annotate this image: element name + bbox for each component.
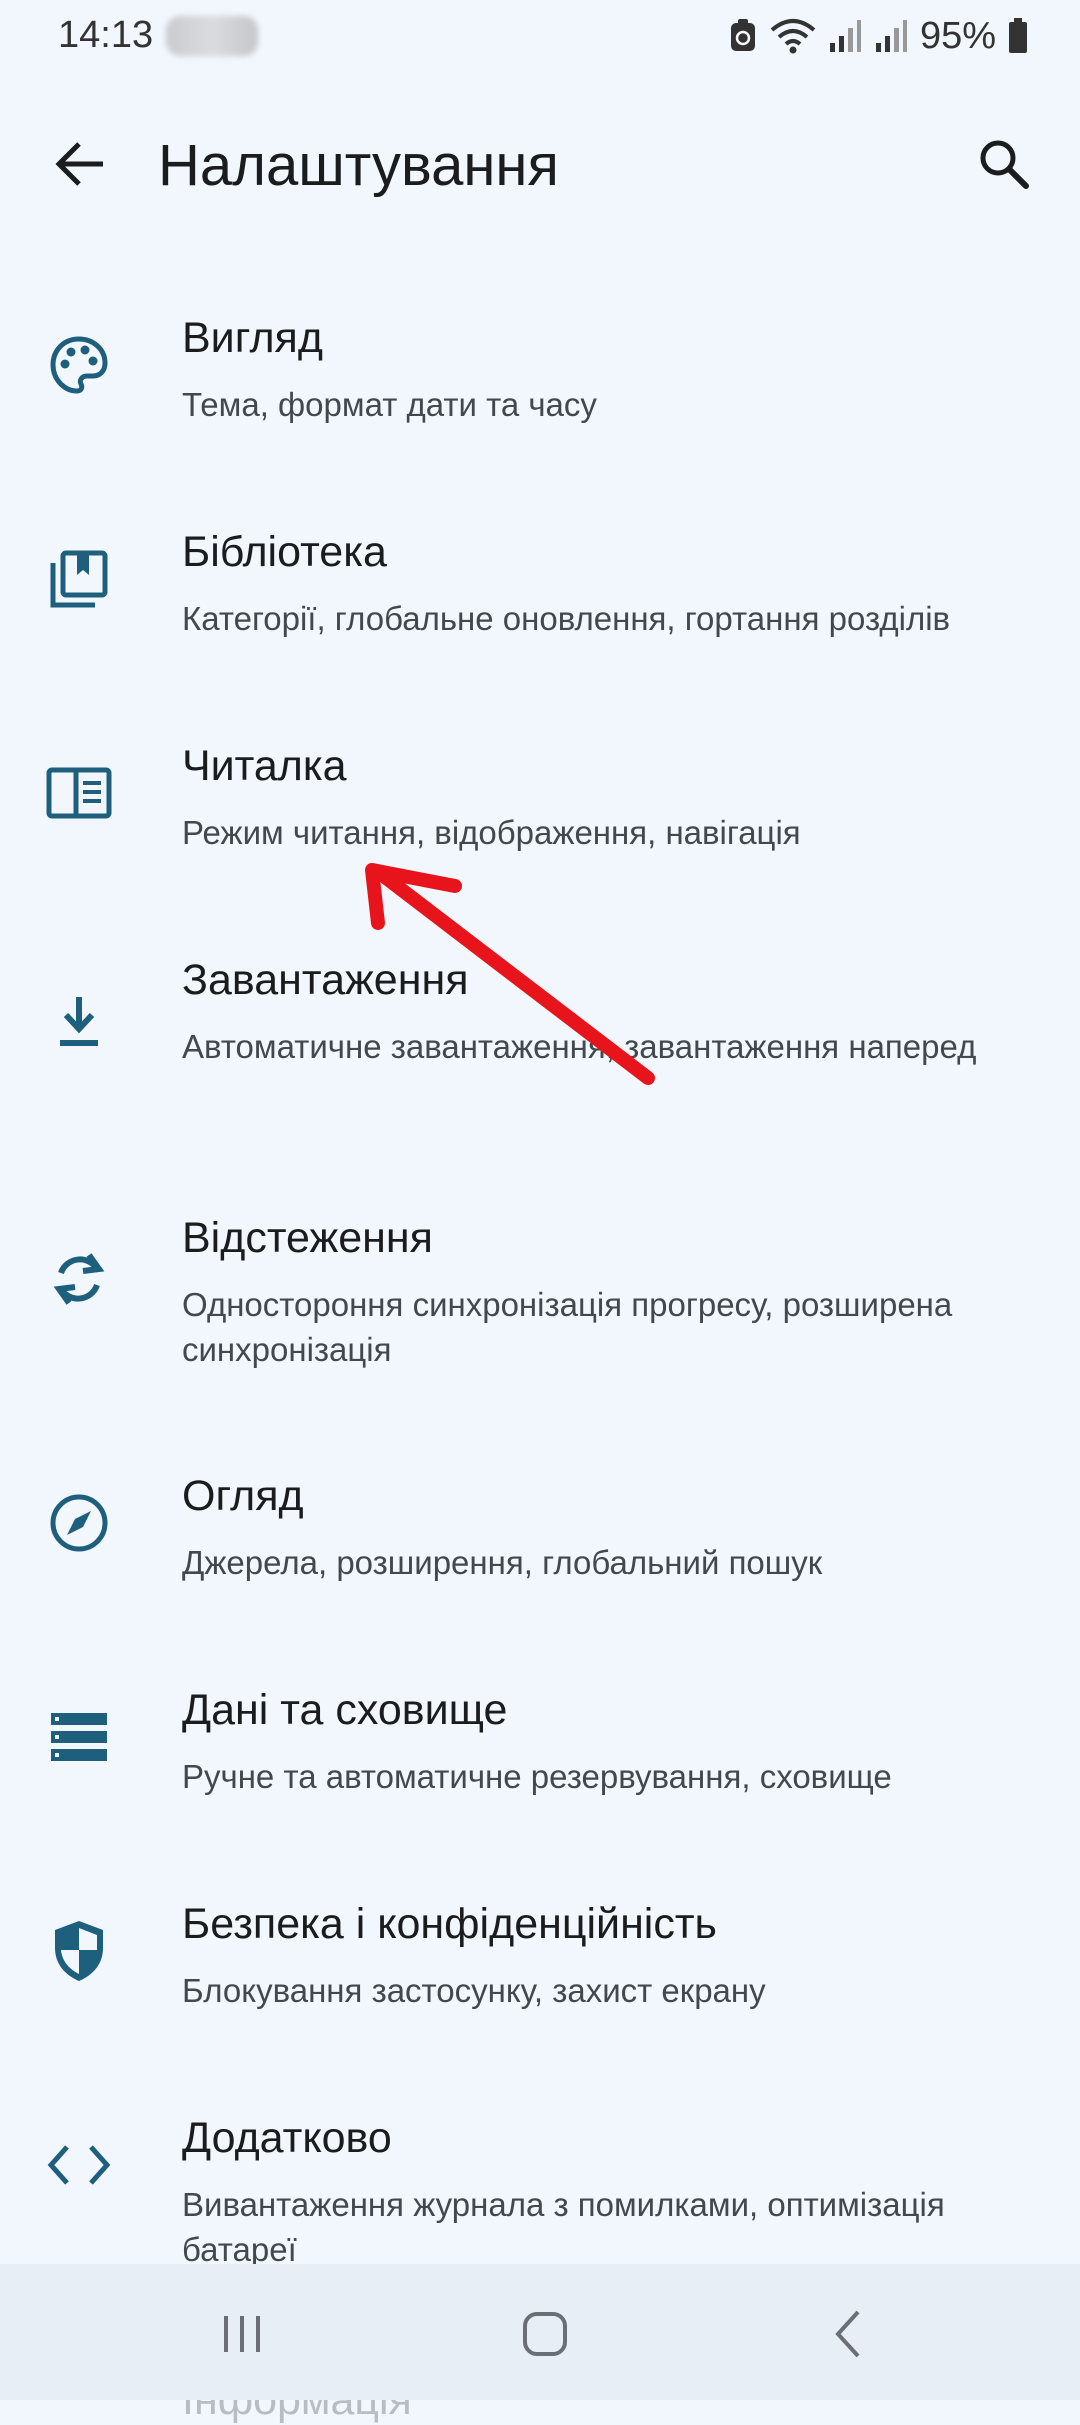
storage-icon xyxy=(40,1698,118,1776)
settings-item-advanced[interactable]: Додатково Вивантаження журнала з помилка… xyxy=(0,2090,1080,2268)
item-subtitle: Автоматичне завантаження, завантаження н… xyxy=(182,1028,977,1065)
nav-back-icon xyxy=(835,2310,860,2358)
app-bar: Налаштування xyxy=(0,100,1080,230)
item-title: Бібліотека xyxy=(182,528,387,576)
item-subtitle: Категорії, глобальне оновлення, гортання… xyxy=(182,600,951,637)
settings-item-security[interactable]: Безпека і конфіденційність Блокування за… xyxy=(0,1876,1080,2076)
status-icons: 95% xyxy=(728,12,1028,60)
search-button[interactable] xyxy=(968,128,1040,200)
compass-icon xyxy=(40,1484,118,1562)
shield-icon xyxy=(40,1912,118,1990)
item-subtitle: Блокування застосунку, захист екрану xyxy=(182,1972,766,2009)
download-icon xyxy=(40,982,118,1060)
item-title: Відстеження xyxy=(182,1214,433,1262)
signal-icon xyxy=(829,20,861,52)
back-button[interactable] xyxy=(44,128,116,200)
settings-item-appearance[interactable]: Вигляд Тема, формат дати та часу xyxy=(0,290,1080,490)
navigation-bar xyxy=(0,2264,1080,2400)
status-bar: 14:13 95% xyxy=(0,0,1080,76)
page-title: Налаштування xyxy=(158,133,559,198)
item-subtitle: Режим читання, відображення, навігація xyxy=(182,814,801,851)
blurred-notification-icons xyxy=(166,16,258,56)
item-title: Читалка xyxy=(182,742,347,790)
settings-item-downloads[interactable]: Завантаження Автоматичне завантаження, з… xyxy=(0,932,1080,1176)
status-time: 14:13 xyxy=(58,14,154,56)
item-title: Завантаження xyxy=(182,956,469,1004)
item-title: Вигляд xyxy=(182,314,323,362)
home-button[interactable] xyxy=(503,2292,587,2376)
recents-button[interactable] xyxy=(200,2292,284,2376)
sync-icon xyxy=(40,1240,118,1318)
item-title: Додатково xyxy=(182,2114,392,2162)
home-icon xyxy=(523,2312,567,2356)
item-title: Огляд xyxy=(182,1472,304,1520)
search-icon xyxy=(980,140,1029,189)
signal-icon xyxy=(875,20,907,52)
item-subtitle: Ручне та автоматичне резервування, схови… xyxy=(182,1758,892,1795)
battery-percent: 95% xyxy=(919,14,996,57)
item-subtitle: Одностороння синхронізація прогресу, роз… xyxy=(182,1286,953,1368)
item-subtitle: Джерела, розширення, глобальний пошук xyxy=(182,1544,823,1581)
settings-item-browse[interactable]: Огляд Джерела, розширення, глобальний по… xyxy=(0,1448,1080,1648)
system-back-button[interactable] xyxy=(806,2292,890,2376)
item-title: Дані та сховище xyxy=(182,1686,508,1734)
recents-icon xyxy=(224,2316,260,2352)
code-icon xyxy=(40,2126,118,2204)
settings-item-data-storage[interactable]: Дані та сховище Ручне та автоматичне рез… xyxy=(0,1662,1080,1862)
wifi-icon xyxy=(770,19,816,54)
arrow-back-icon xyxy=(55,142,103,186)
palette-icon xyxy=(40,326,118,404)
settings-item-tracking[interactable]: Відстеження Одностороння синхронізація п… xyxy=(0,1190,1080,1434)
settings-item-library[interactable]: Бібліотека Категорії, глобальне оновленн… xyxy=(0,504,1080,704)
item-title: Безпека і конфіденційність xyxy=(182,1900,717,1948)
settings-item-reader[interactable]: Читалка Режим читання, відображення, нав… xyxy=(0,718,1080,918)
reader-icon xyxy=(40,754,118,832)
recycle-icon xyxy=(730,19,755,51)
item-subtitle: Вивантаження журнала з помилками, оптимі… xyxy=(182,2186,945,2268)
item-subtitle: Тема, формат дати та часу xyxy=(182,386,597,423)
library-icon xyxy=(40,540,118,618)
battery-icon xyxy=(1009,18,1027,53)
